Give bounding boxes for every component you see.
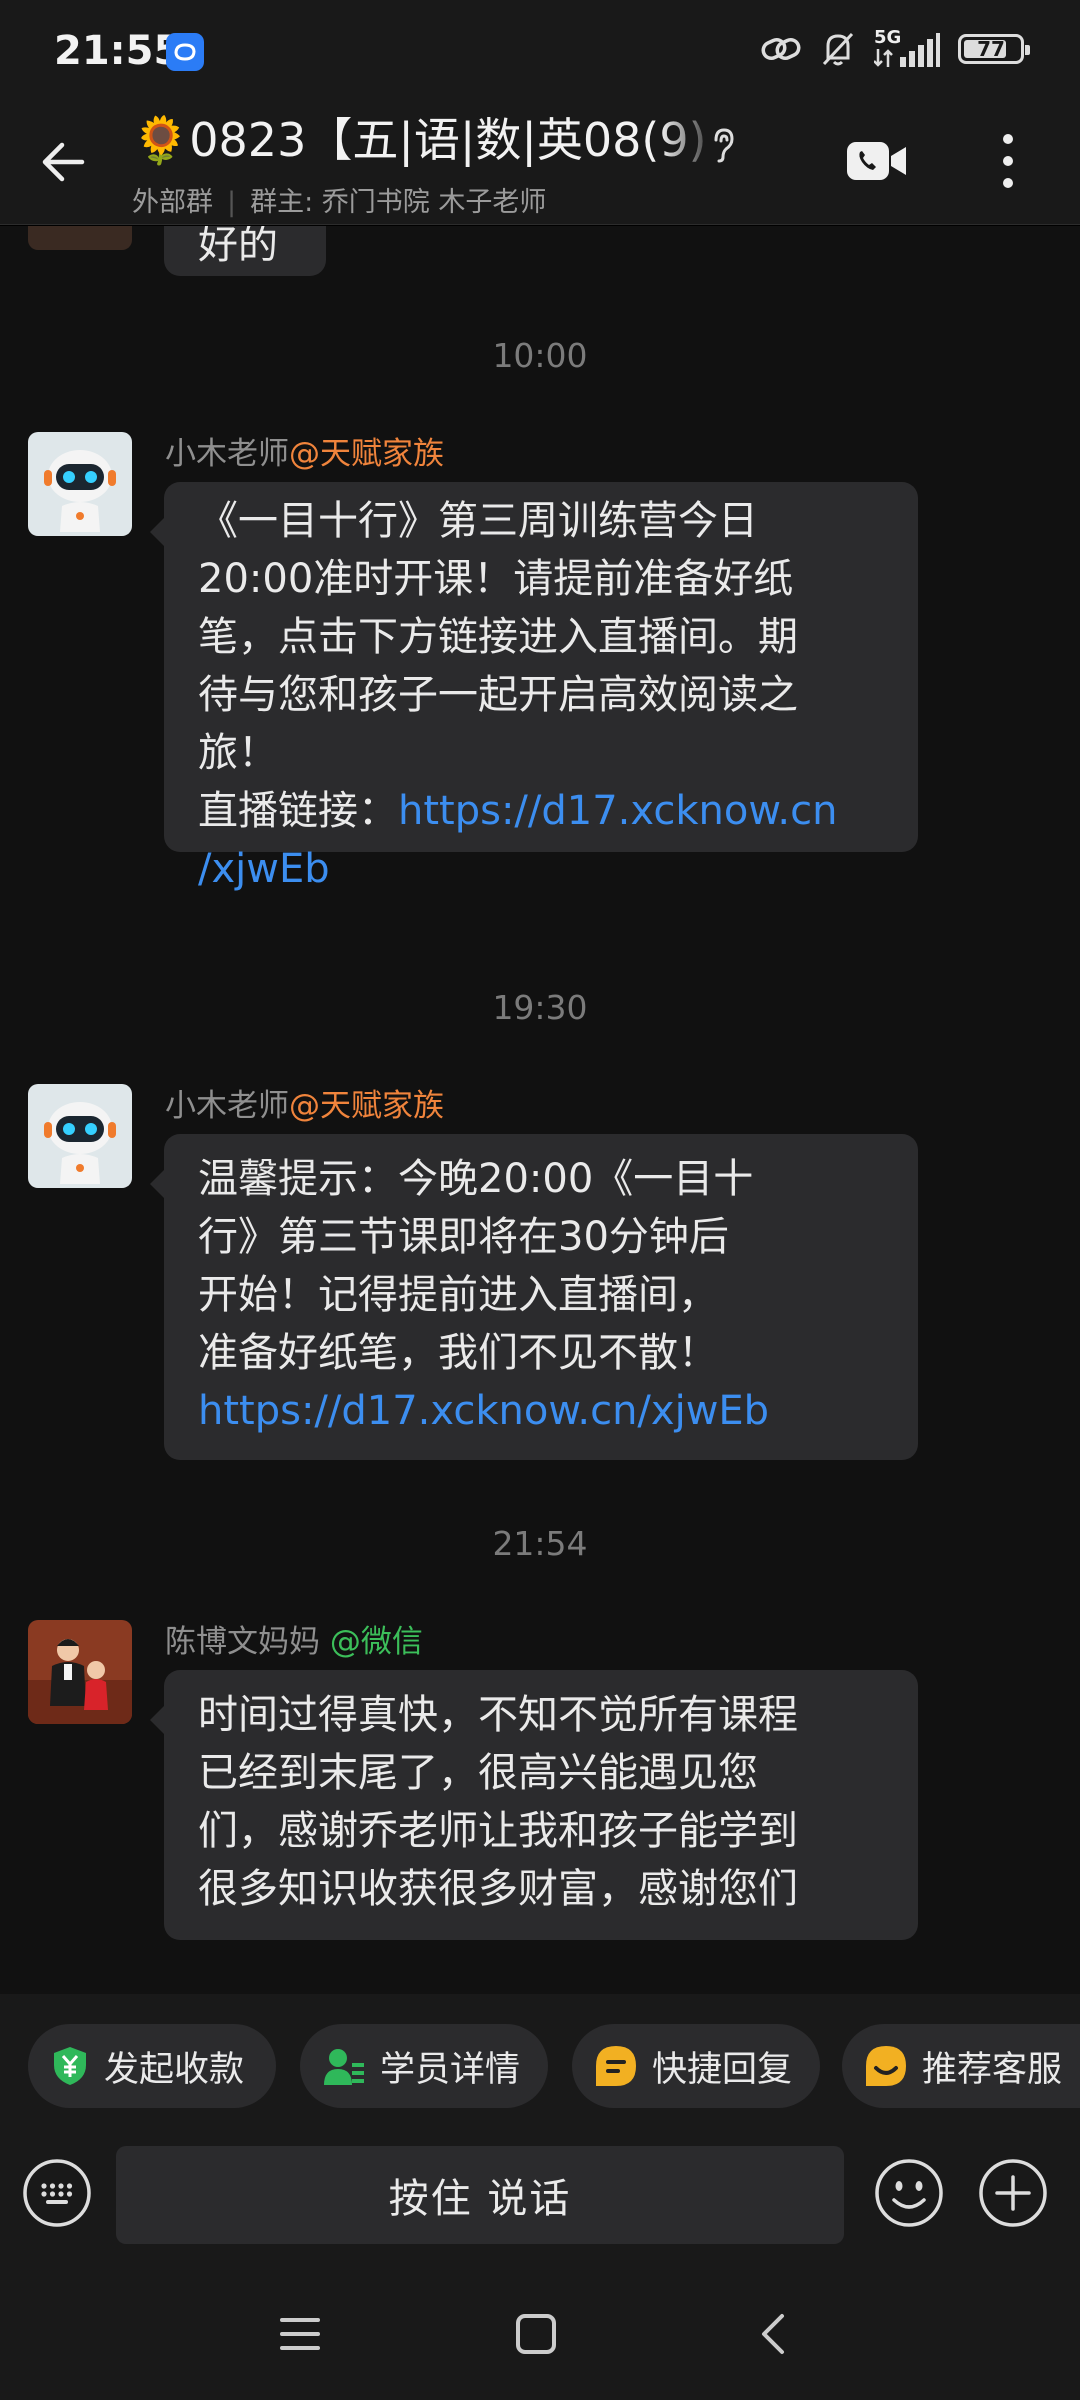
group-title[interactable]: 🌻0823【五|语|数|英08(9)	[132, 110, 752, 170]
live-link-continued[interactable]: /xjwEb	[198, 840, 884, 898]
user-card-icon	[324, 2049, 364, 2085]
sender-label: 陈博文妈妈	[165, 1624, 320, 1660]
timestamp: 19:30	[492, 988, 588, 1027]
status-bar: 21:55 5G 77	[0, 0, 1080, 100]
group-type: 外部群	[132, 187, 213, 218]
keyboard-icon[interactable]	[22, 2158, 92, 2228]
message-line: 笔，点击下方链接进入直播间。期	[198, 614, 798, 660]
message-line: 《一目十行》第三周训练营今日	[198, 498, 758, 544]
message-list[interactable]: 好的 10:00 小木老师@天赋家族 《一目十行》第三周训练营今日 20:00准…	[0, 226, 1080, 1994]
message-bubble-partial[interactable]: 好的	[164, 226, 326, 276]
hold-to-talk-button[interactable]: 按住 说话	[116, 2146, 844, 2244]
sender-tag: @天赋家族	[289, 436, 444, 472]
message-line: 直播链接：https://d17.xcknow.cn	[198, 782, 884, 840]
sender-name: 陈博文妈妈 @微信	[165, 1616, 423, 1661]
recommend-service-button[interactable]: 推荐客服	[842, 2024, 1080, 2108]
quick-reply-icon	[596, 2046, 636, 2086]
avatar-robot[interactable]	[28, 432, 132, 536]
status-icons: 5G 77	[760, 29, 1030, 68]
live-link[interactable]: https://d17.xcknow.cn/xjwEb	[198, 1382, 884, 1440]
subtitle-divider: |	[227, 187, 237, 218]
earpiece-mode-icon	[714, 128, 734, 163]
message-line: 已经到末尾了，很高兴能遇见您	[198, 1750, 758, 1796]
sender-label: 小木老师	[165, 1088, 289, 1124]
menu-icon[interactable]	[278, 2312, 322, 2356]
video-call-icon[interactable]	[846, 138, 908, 184]
link-prefix: 直播链接：	[198, 788, 398, 834]
sender-name: 小木老师@天赋家族	[165, 1080, 444, 1125]
message-line: 很多知识收获很多财富，感谢您们	[198, 1866, 798, 1912]
avatar-robot[interactable]	[28, 1084, 132, 1188]
back-arrow-icon[interactable]	[34, 132, 94, 192]
message-line: 行》第三节课即将在30分钟后	[198, 1214, 729, 1260]
sender-tag: @微信	[329, 1624, 423, 1660]
message-line: 温馨提示：今晚20:00《一目十	[198, 1156, 754, 1202]
sender-label: 小木老师	[165, 436, 289, 472]
input-bar: 按住 说话	[0, 2134, 1080, 2268]
cellular-signal-icon: 5G	[874, 29, 940, 67]
status-time: 21:55	[54, 28, 182, 74]
message-bubble[interactable]: 时间过得真快，不知不觉所有课程 已经到末尾了，很高兴能遇见您 们，感谢乔老师让我…	[150, 1670, 918, 1940]
back-icon[interactable]	[752, 2312, 796, 2356]
timestamp: 10:00	[492, 336, 588, 375]
chip-label: 推荐客服	[922, 2049, 1063, 2090]
message-line: 准备好纸笔，我们不见不散！	[198, 1330, 718, 1376]
battery-icon: 77	[958, 34, 1030, 64]
message-line: 时间过得真快，不知不觉所有课程	[198, 1692, 798, 1738]
group-owner: 群主: 乔门书院 木子老师	[250, 187, 547, 218]
more-options-icon[interactable]	[990, 130, 1026, 192]
quick-reply-button[interactable]: 快捷回复	[572, 2024, 820, 2108]
yen-shield-icon	[54, 2047, 86, 2085]
chip-label: 快捷回复	[652, 2049, 793, 2090]
sender-tag: @天赋家族	[289, 1088, 444, 1124]
chip-label: 学员详情	[380, 2049, 521, 2090]
message-line: 开始！记得提前进入直播间，	[198, 1272, 718, 1318]
message-line: 旅！	[198, 730, 278, 776]
service-icon	[866, 2046, 906, 2086]
message-line: 待与您和孩子一起开启高效阅读之	[198, 672, 798, 718]
timestamp: 21:54	[492, 1524, 588, 1563]
chat-header: 🌻0823【五|语|数|英08(9) 外部群 | 群主: 乔门书院 木子老师	[0, 100, 1080, 225]
message-bubble[interactable]: 温馨提示：今晚20:00《一目十 行》第三节课即将在30分钟后 开始！记得提前进…	[150, 1134, 918, 1460]
partial-avatar	[28, 226, 132, 250]
mute-bell-icon	[822, 32, 854, 66]
message-line: 20:00准时开课！请提前准备好纸	[198, 556, 794, 602]
link-icon	[761, 37, 801, 61]
home-icon[interactable]	[514, 2312, 558, 2356]
message-text: 好的	[198, 226, 278, 268]
sender-name: 小木老师@天赋家族	[165, 428, 444, 473]
group-subtitle: 外部群 | 群主: 乔门书院 木子老师	[132, 180, 546, 219]
student-details-button[interactable]: 学员详情	[300, 2024, 548, 2108]
live-link[interactable]: https://d17.xcknow.cn	[398, 788, 837, 834]
battery-level: 77	[977, 37, 1005, 61]
emoji-icon[interactable]	[874, 2158, 944, 2228]
chip-label: 发起收款	[104, 2049, 245, 2090]
message-line: 们，感谢乔老师让我和孩子能学到	[198, 1808, 798, 1854]
system-navigation-bar	[0, 2268, 1080, 2400]
quick-action-bar: 发起收款 学员详情 快捷回复 推荐客服	[0, 1994, 1080, 2134]
collect-payment-button[interactable]: 发起收款	[28, 2024, 276, 2108]
add-attachment-icon[interactable]	[978, 2158, 1048, 2228]
avatar-parent[interactable]	[28, 1620, 132, 1724]
app-notification-icon	[166, 33, 204, 71]
message-bubble[interactable]: 《一目十行》第三周训练营今日 20:00准时开课！请提前准备好纸 笔，点击下方链…	[150, 482, 918, 892]
